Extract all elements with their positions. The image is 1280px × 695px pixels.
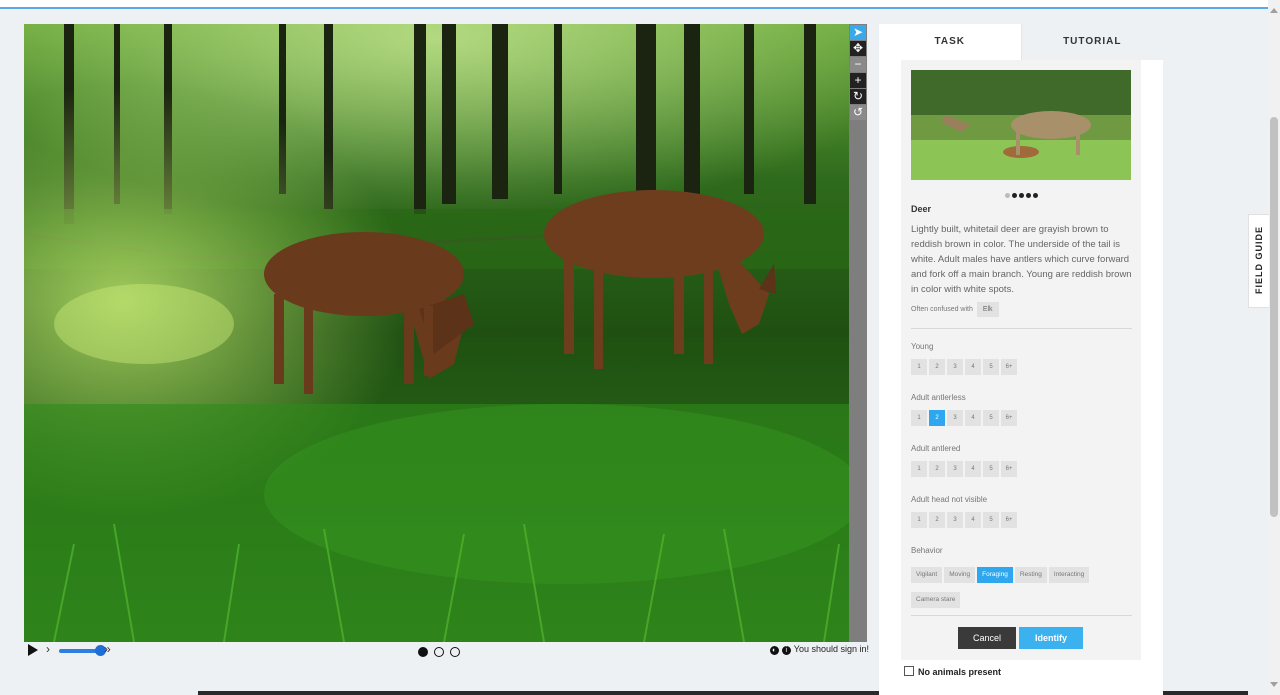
count-option[interactable]: 4 <box>965 461 981 477</box>
no-animals-label[interactable]: No animals present <box>918 667 1001 677</box>
example-dot-5[interactable] <box>1032 193 1038 198</box>
behavior-interacting[interactable]: Interacting <box>1048 567 1090 583</box>
page-scrollbar[interactable] <box>1268 0 1280 695</box>
step-back-icon[interactable]: › <box>46 642 50 656</box>
reset-icon[interactable]: ↺ <box>850 105 866 120</box>
zoom-out-icon[interactable]: − <box>850 57 866 72</box>
question-behavior: Behavior <box>911 546 943 555</box>
count-option[interactable]: 2 <box>929 512 945 528</box>
count-option[interactable]: 1 <box>911 410 927 426</box>
contrast-icon[interactable]: ◐ <box>769 646 779 655</box>
example-dot-4[interactable] <box>1025 193 1031 198</box>
no-animals-checkbox[interactable] <box>904 666 914 676</box>
behavior-moving[interactable]: Moving <box>944 567 976 583</box>
count-option[interactable]: 1 <box>911 359 927 375</box>
count-option[interactable]: 6+ <box>1001 512 1017 528</box>
adult-antlered-count: 1 2 3 4 5 6+ <box>911 461 1019 477</box>
fast-forward-icon[interactable]: » <box>104 642 111 656</box>
field-guide-tab[interactable]: FIELD GUIDE <box>1248 214 1269 308</box>
behavior-resting[interactable]: Resting <box>1014 567 1047 583</box>
frame-dot-2[interactable] <box>434 647 444 657</box>
frame-pager <box>418 644 466 662</box>
count-option[interactable]: 6+ <box>1001 359 1017 375</box>
count-option[interactable]: 5 <box>983 512 999 528</box>
behavior-vigilant[interactable]: Vigilant <box>911 567 943 583</box>
species-name: Deer <box>911 204 932 214</box>
pointer-icon[interactable]: ➤ <box>850 25 866 40</box>
signin-notice: ◐ i You should sign in! <box>769 644 869 655</box>
example-dot-1[interactable] <box>1004 193 1010 198</box>
example-image-dots <box>901 185 1141 203</box>
adult-antlerless-count: 1 2 3 4 5 6+ <box>911 410 1019 426</box>
confused-label: Often confused with <box>911 306 973 313</box>
frame-dot-3[interactable] <box>450 647 460 657</box>
divider <box>911 328 1132 329</box>
count-option[interactable]: 6+ <box>1001 410 1017 426</box>
count-option[interactable]: 5 <box>983 410 999 426</box>
task-panel: TASK TUTORIAL Deer Lightly built, whitet… <box>879 24 1163 695</box>
viewer-toolbar: ➤ ✥ − + ↻ ↺ <box>849 24 867 642</box>
cancel-button[interactable]: Cancel <box>958 627 1016 649</box>
subject-image[interactable] <box>24 24 849 642</box>
head-not-visible-count: 1 2 3 4 5 6+ <box>911 512 1019 528</box>
count-option[interactable]: 3 <box>947 512 963 528</box>
count-option[interactable]: 4 <box>965 410 981 426</box>
scroll-thumb[interactable] <box>1270 117 1278 517</box>
deer-example-image <box>911 70 1131 180</box>
count-option[interactable]: 3 <box>947 461 963 477</box>
species-description: Lightly built, whitetail deer are grayis… <box>911 224 1132 295</box>
species-example-image[interactable] <box>911 70 1131 180</box>
count-option[interactable]: 3 <box>947 359 963 375</box>
field-guide-label[interactable]: FIELD GUIDE <box>1254 223 1264 297</box>
identify-button[interactable]: Identify <box>1019 627 1083 649</box>
count-option[interactable]: 1 <box>911 461 927 477</box>
play-icon[interactable] <box>28 644 38 656</box>
divider <box>911 615 1132 616</box>
question-adult-antlered: Adult antlered <box>911 444 961 453</box>
info-icon[interactable]: i <box>781 646 791 655</box>
behavior-options: Vigilant Moving Foraging Resting Interacting… <box>911 563 1135 613</box>
scroll-up-icon[interactable] <box>1270 8 1278 13</box>
count-option[interactable]: 4 <box>965 359 981 375</box>
playback-controls: › » ◐ i You should sign in! <box>24 642 869 660</box>
example-dot-2[interactable] <box>1011 193 1017 198</box>
question-adult-antlerless: Adult antlerless <box>911 393 966 402</box>
count-option[interactable]: 2 <box>929 359 945 375</box>
zoom-in-icon[interactable]: + <box>850 73 866 88</box>
no-animals-option[interactable]: No animals present <box>904 666 1001 677</box>
panel-tabs: TASK TUTORIAL <box>879 24 1163 60</box>
young-count: 1 2 3 4 5 6+ <box>911 359 1019 375</box>
species-card: Deer Lightly built, whitetail deer are g… <box>901 60 1141 660</box>
signin-text[interactable]: You should sign in! <box>794 644 869 654</box>
forest-scene-image <box>24 24 849 642</box>
count-option[interactable]: 3 <box>947 410 963 426</box>
confused-with: Often confused with Elk <box>911 302 999 317</box>
behavior-camera-stare[interactable]: Camera stare <box>911 592 961 608</box>
scroll-down-icon[interactable] <box>1270 682 1278 687</box>
count-option[interactable]: 5 <box>983 461 999 477</box>
count-option[interactable]: 1 <box>911 512 927 528</box>
tab-task[interactable]: TASK <box>879 24 1021 60</box>
rotate-icon[interactable]: ↻ <box>850 89 866 104</box>
top-bar <box>0 0 1268 9</box>
question-young: Young <box>911 342 934 351</box>
example-dot-3[interactable] <box>1018 193 1024 198</box>
count-option[interactable]: 5 <box>983 359 999 375</box>
move-icon[interactable]: ✥ <box>850 41 866 56</box>
count-option[interactable]: 4 <box>965 512 981 528</box>
question-head-not-visible: Adult head not visible <box>911 495 988 504</box>
count-option[interactable]: 2 <box>929 461 945 477</box>
confused-species-elk[interactable]: Elk <box>976 302 999 317</box>
tab-tutorial[interactable]: TUTORIAL <box>1020 24 1163 60</box>
count-option[interactable]: 6+ <box>1001 461 1017 477</box>
behavior-foraging[interactable]: Foraging <box>977 567 1013 583</box>
count-option-selected[interactable]: 2 <box>929 410 945 426</box>
frame-dot-1[interactable] <box>418 647 428 657</box>
speed-slider[interactable] <box>59 645 106 656</box>
